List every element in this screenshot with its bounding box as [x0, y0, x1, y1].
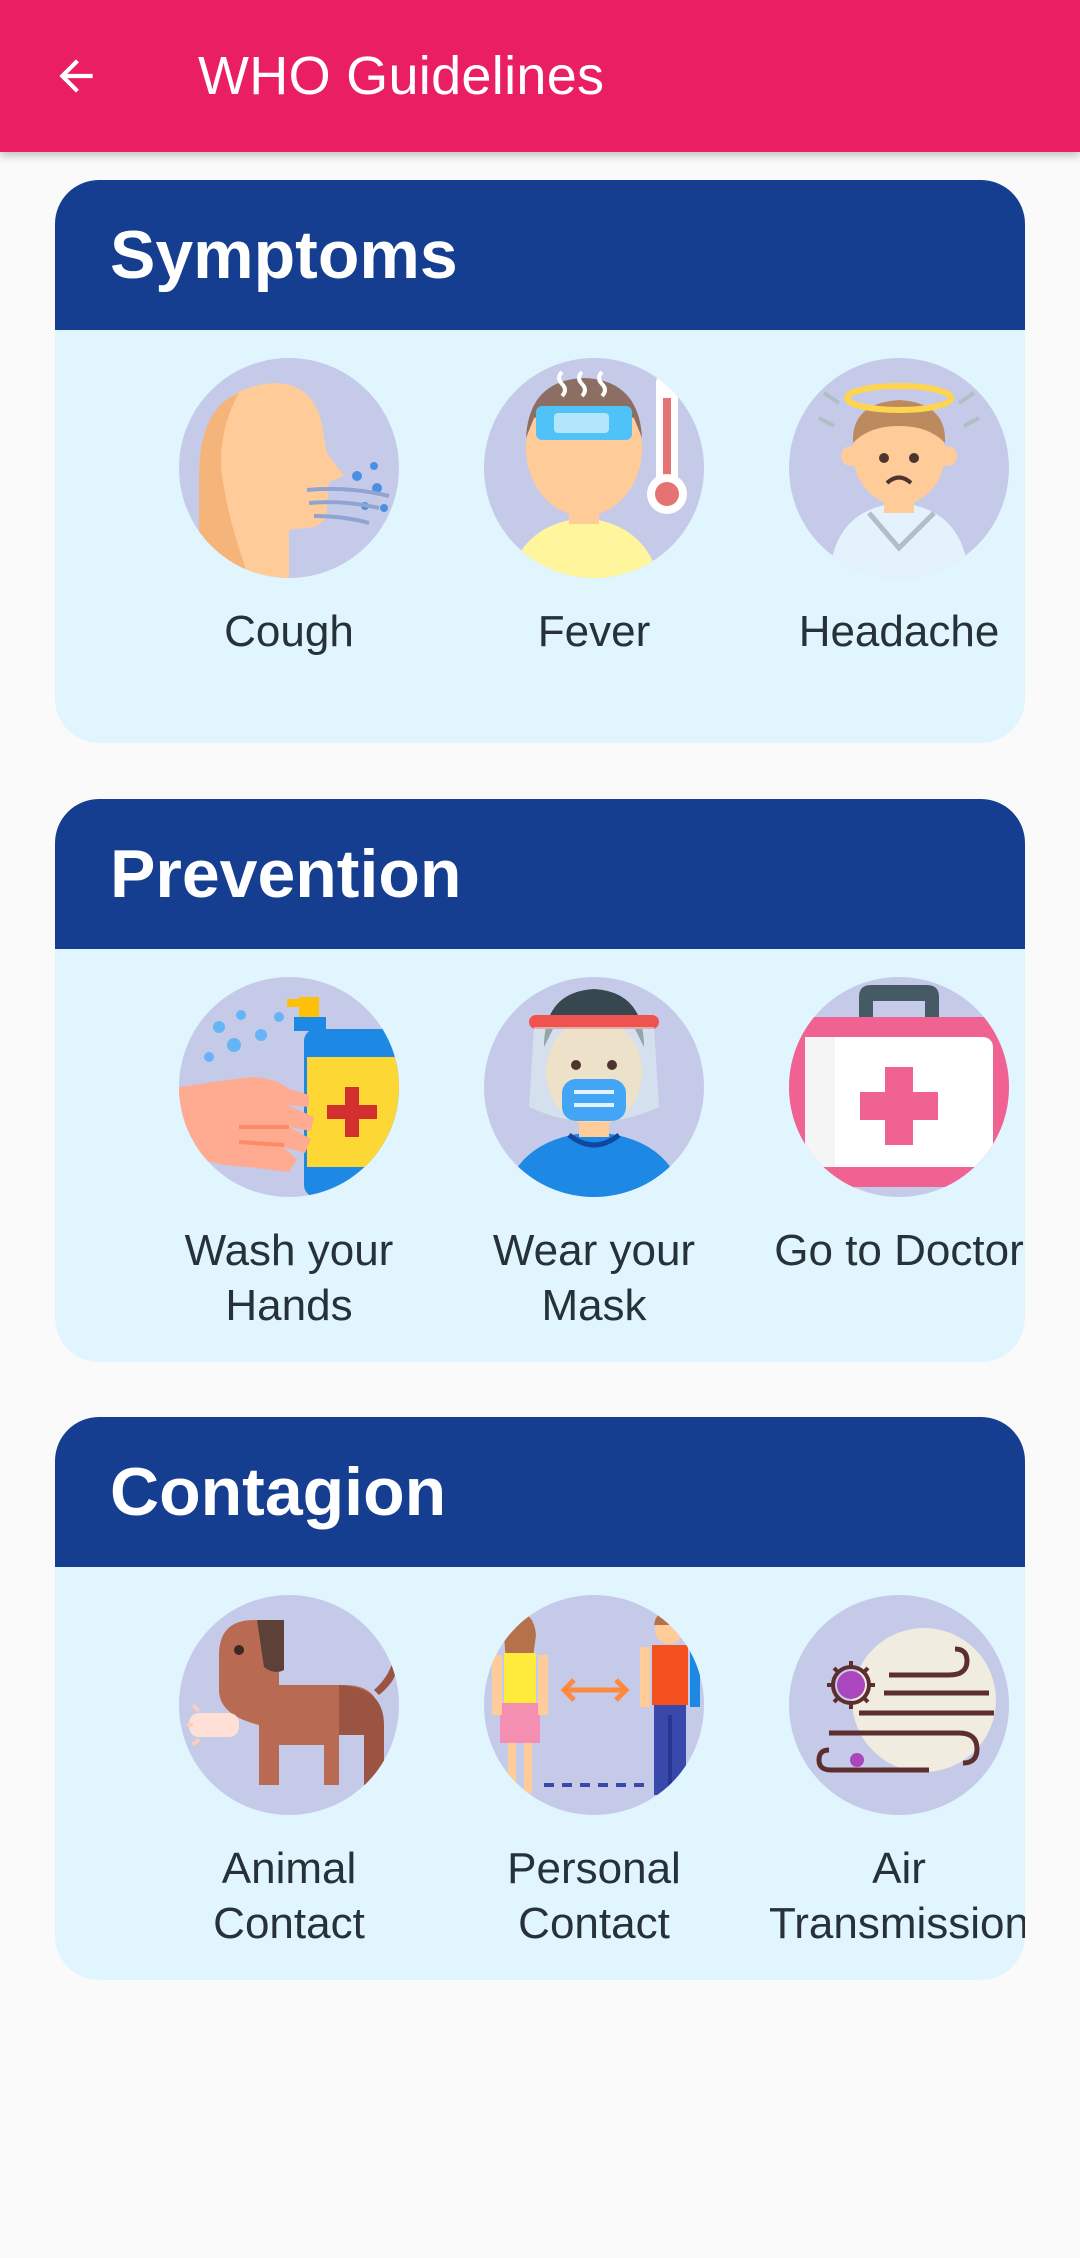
item-label: Air Transmission: [769, 1844, 1025, 1948]
contagion-personal-contact[interactable]: Personal Contact: [444, 1595, 744, 1951]
prevention-header: Prevention: [55, 799, 1025, 949]
contagion-air-transmission[interactable]: Air Transmission: [749, 1595, 1025, 1951]
item-label: Personal Contact: [507, 1844, 681, 1948]
two-people-distance-icon: [492, 1611, 700, 1795]
item-label: Wash your Hands: [184, 1226, 394, 1330]
symptom-cough[interactable]: Cough: [139, 358, 439, 659]
contagion-animal-contact[interactable]: Animal Contact: [139, 1595, 439, 1951]
prevention-wear-mask[interactable]: Wear your Mask: [444, 977, 744, 1333]
prevention-card: Prevention Wash your Hands Wear your Mas…: [55, 799, 1025, 1362]
hand-wash-sanitizer-icon: [179, 997, 399, 1197]
symptom-fever[interactable]: Fever: [444, 358, 744, 659]
section-title-prevention: Prevention: [110, 836, 462, 912]
app-bar: WHO Guidelines: [0, 0, 1080, 152]
symptom-headache[interactable]: Headache: [749, 358, 1025, 659]
item-label: Go to Doctor: [774, 1226, 1024, 1275]
prevention-wash-hands[interactable]: Wash your Hands: [139, 977, 439, 1333]
virus-wind-icon: [816, 1628, 996, 1773]
contagion-card: Contagion Animal Contact Personal Contac…: [55, 1417, 1025, 1980]
item-label: Wear your Mask: [492, 1226, 696, 1330]
item-label: Cough: [224, 607, 354, 656]
item-label: Headache: [798, 607, 1000, 656]
fever-thermometer-icon: [509, 370, 687, 578]
arrow-left-icon: [59, 59, 93, 93]
symptoms-card: Symptoms Cough Fever Headache: [55, 180, 1025, 743]
first-aid-kit-icon: [789, 985, 1009, 1191]
dog-icon: [187, 1620, 397, 1785]
contagion-header: Contagion: [55, 1417, 1025, 1567]
item-label: Fever: [537, 607, 651, 656]
headache-icon: [818, 383, 980, 578]
back-button[interactable]: [36, 36, 116, 116]
section-title-contagion: Contagion: [110, 1454, 447, 1530]
prevention-go-to-doctor[interactable]: Go to Doctor: [749, 977, 1025, 1278]
page-title: WHO Guidelines: [198, 46, 605, 106]
face-mask-shield-icon: [504, 989, 684, 1197]
item-label: Animal Contact: [213, 1844, 365, 1948]
section-title-symptoms: Symptoms: [110, 217, 458, 293]
symptoms-header: Symptoms: [55, 180, 1025, 330]
cough-icon: [199, 383, 390, 578]
